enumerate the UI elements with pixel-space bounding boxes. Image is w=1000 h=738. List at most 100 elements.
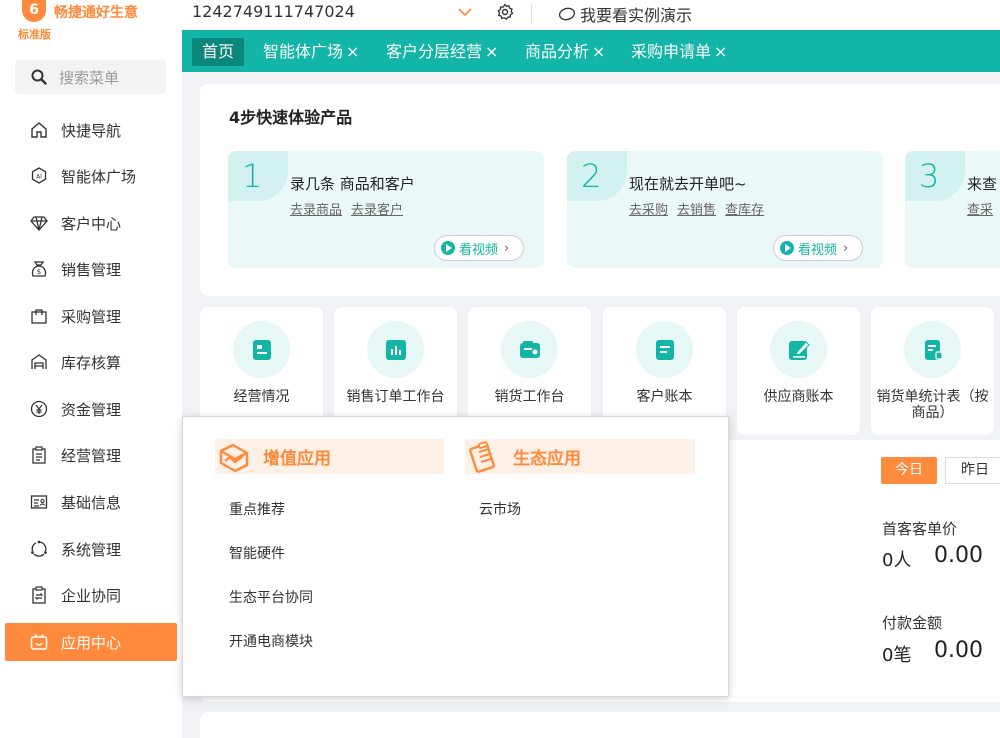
quickstart-card: 4步快速体验产品 1 录几条 商品和客户 去录商品 去录客户 看视频 › 2 现在…: [200, 84, 1000, 296]
app-center-panel: 增值应用 生态应用 重点推荐 智能硬件 生态平台协同 开通电商模块 云市场: [182, 416, 729, 697]
sidebar-item-collaboration[interactable]: 企业协同: [5, 576, 177, 614]
link-go-purchase[interactable]: 去采购: [629, 203, 668, 218]
play-icon: [780, 241, 794, 255]
sidebar-item-label: 快捷导航: [61, 121, 122, 140]
app-center-icon: [29, 632, 49, 652]
sidebar-item-sales[interactable]: $ 销售管理: [5, 250, 177, 288]
sidebar-item-label: 企业协同: [61, 586, 122, 605]
sidebar-item-label: 智能体广场: [61, 167, 137, 186]
sidebar-item-system[interactable]: 系统管理: [5, 530, 177, 568]
top-bar: 1242749111747024 我要看实例演示: [182, 0, 1000, 30]
gear-icon[interactable]: [496, 3, 514, 21]
video-label: 看视频: [459, 242, 499, 258]
sidebar-item-basic-info[interactable]: 基础信息: [5, 483, 177, 521]
link-check-purchase[interactable]: 查采: [967, 203, 993, 218]
step-links: 查采: [967, 199, 1000, 218]
truck-icon: [501, 321, 558, 378]
link-check-stock[interactable]: 查库存: [725, 203, 764, 218]
account-selector[interactable]: 1242749111747024: [192, 2, 355, 21]
svg-text:AI: AI: [36, 174, 42, 181]
today-button[interactable]: 今日: [881, 457, 937, 484]
tab-bar: 首页 智能体广场 × 客户分层经营 × 商品分析 × 采购申请单 ×: [182, 30, 1000, 72]
ledger-icon: [636, 321, 693, 378]
sidebar-item-app-center[interactable]: 应用中心: [5, 623, 177, 661]
tab-product-analysis[interactable]: 商品分析 ×: [525, 38, 605, 66]
report-icon: [233, 321, 290, 378]
sidebar-item-label: 基础信息: [61, 493, 122, 512]
step-number: 1: [242, 157, 263, 195]
sidebar-item-label: 采购管理: [61, 307, 122, 326]
sidebar-item-label: 系统管理: [61, 540, 122, 559]
menu-search-input[interactable]: 搜索菜单: [15, 60, 166, 94]
tile-label: 经营情况: [233, 389, 290, 405]
sidebar-item-agent-square[interactable]: AI 智能体广场: [5, 157, 177, 195]
step-title: 录几条 商品和客户: [290, 175, 415, 193]
id-card-icon: [29, 492, 49, 512]
close-icon[interactable]: ×: [592, 42, 605, 61]
step-links: 去采购 去销售 查库存: [629, 199, 773, 218]
sidebar-item-inventory[interactable]: 库存核算: [5, 343, 177, 381]
step-card-2: 2 现在就去开单吧~ 去采购 去销售 查库存 看视频 ›: [567, 151, 883, 268]
menu-item-cloud-market[interactable]: 云市场: [479, 499, 521, 519]
sidebar-item-customer-center[interactable]: 客户中心: [5, 204, 177, 242]
tab-agent-square[interactable]: 智能体广场 ×: [263, 38, 359, 66]
ai-icon: AI: [29, 166, 49, 186]
value-app-icon: [219, 443, 249, 472]
tile-label: 销货工作台: [494, 389, 565, 405]
stat-count: 0人: [882, 550, 912, 571]
sidebar-item-purchase[interactable]: 采购管理: [5, 297, 177, 335]
tab-purchase-request[interactable]: 采购申请单 ×: [631, 38, 727, 66]
app-logo[interactable]: 6 畅捷通好生意 标准版: [0, 0, 182, 46]
logo-mark-icon: 6: [22, 0, 46, 22]
sidebar-item-operations[interactable]: 经营管理: [5, 436, 177, 474]
menu-item-eco-platform[interactable]: 生态平台协同: [229, 587, 313, 607]
link-add-customer[interactable]: 去录客户: [351, 203, 403, 218]
sidebar-item-label: 资金管理: [61, 400, 122, 419]
sidebar-item-label: 经营管理: [61, 446, 122, 465]
svg-text:$: $: [37, 268, 41, 276]
demo-link[interactable]: 我要看实例演示: [558, 2, 692, 26]
step-title: 来查: [967, 175, 998, 193]
close-icon[interactable]: ×: [346, 42, 359, 61]
yen-icon: [29, 399, 49, 419]
tab-home[interactable]: 首页: [192, 38, 245, 66]
tab-label: 采购申请单: [631, 42, 712, 61]
tab-label: 客户分层经营: [386, 42, 483, 61]
watch-video-button[interactable]: 看视频 ›: [773, 235, 863, 261]
tile-sales-stats-by-product[interactable]: 销货单统计表（按商品）: [871, 307, 994, 435]
sidebar-item-label: 销售管理: [61, 260, 122, 279]
menu-item-ecommerce-module[interactable]: 开通电商模块: [229, 631, 313, 651]
purchase-bag-icon: [29, 306, 49, 326]
tile-label: 供应商账本: [763, 389, 834, 405]
sales-bag-icon: $: [29, 259, 49, 279]
close-icon[interactable]: ×: [485, 42, 498, 61]
demo-icon: [558, 7, 576, 21]
eco-app-icon: [469, 440, 495, 473]
link-add-product[interactable]: 去录商品: [290, 203, 342, 218]
group-header-eco-apps: 生态应用: [465, 439, 695, 474]
home-icon: [29, 120, 49, 140]
app-edition: 标准版: [18, 28, 51, 41]
chevron-right-icon: ›: [843, 240, 849, 256]
group-header-value-apps: 增值应用: [215, 439, 444, 474]
quickstart-title: 4步快速体验产品: [229, 108, 353, 127]
tab-customer-tiering[interactable]: 客户分层经营 ×: [386, 38, 498, 66]
yesterday-button[interactable]: 昨日: [945, 457, 1000, 484]
group-title: 生态应用: [513, 449, 581, 469]
chevron-down-icon[interactable]: [456, 3, 474, 21]
tile-supplier-ledger[interactable]: 供应商账本: [737, 307, 860, 435]
watch-video-button[interactable]: 看视频 ›: [434, 235, 524, 261]
sidebar-item-quick-nav[interactable]: 快捷导航: [5, 111, 177, 149]
menu-item-smart-hardware[interactable]: 智能硬件: [229, 543, 285, 563]
cycle-icon: [29, 539, 49, 559]
link-go-sales[interactable]: 去销售: [677, 203, 716, 218]
stat-label: 首客客单价: [882, 520, 958, 538]
sidebar-item-label: 应用中心: [61, 633, 122, 652]
tab-label: 智能体广场: [263, 42, 344, 61]
diamond-icon: [29, 213, 49, 233]
sidebar-item-funds[interactable]: 资金管理: [5, 390, 177, 428]
warehouse-icon: [29, 352, 49, 372]
close-icon[interactable]: ×: [714, 42, 727, 61]
stat-value: 0.00: [934, 543, 983, 568]
menu-item-featured[interactable]: 重点推荐: [229, 499, 285, 519]
